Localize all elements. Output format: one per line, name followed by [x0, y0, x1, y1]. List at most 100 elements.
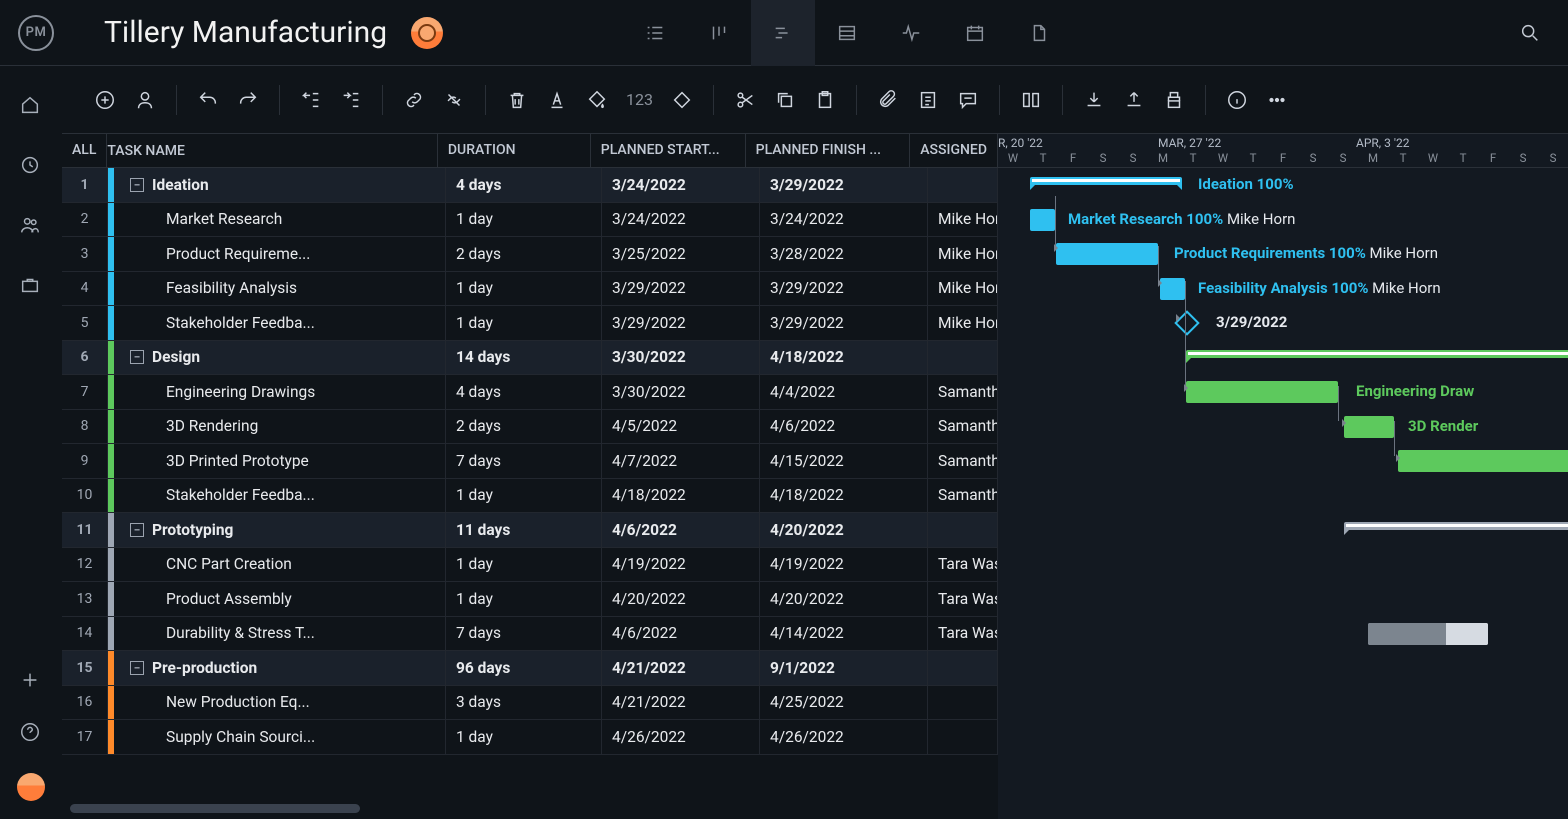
collapse-icon[interactable]: − [130, 523, 144, 537]
cell-finish[interactable]: 4/20/2022 [760, 582, 928, 616]
redo-icon[interactable] [233, 89, 263, 111]
cell-duration[interactable]: 3 days [446, 686, 602, 720]
cell-finish[interactable]: 4/18/2022 [760, 479, 928, 513]
cell-duration[interactable]: 1 day [446, 582, 602, 616]
indent-icon[interactable] [336, 89, 366, 111]
delete-icon[interactable] [502, 89, 532, 111]
cell-assigned[interactable]: Mike Horn [928, 237, 998, 271]
cell-start[interactable]: 3/30/2022 [602, 341, 760, 375]
fill-color-icon[interactable] [582, 89, 612, 111]
attachment-icon[interactable] [873, 89, 903, 111]
cell-finish[interactable]: 9/1/2022 [760, 651, 928, 685]
col-all[interactable]: ALL [62, 134, 107, 167]
view-board-icon[interactable] [687, 0, 751, 66]
cell-start[interactable]: 4/6/2022 [602, 617, 760, 651]
user-avatar[interactable] [17, 773, 45, 801]
cell-duration[interactable]: 1 day [446, 548, 602, 582]
cell-finish[interactable]: 4/26/2022 [760, 720, 928, 754]
cell-assigned[interactable]: Tara Washing [928, 617, 998, 651]
cell-task-name[interactable]: Feasibility Analysis [108, 272, 446, 306]
cell-assigned[interactable]: Samantha Cu [928, 375, 998, 409]
cell-start[interactable]: 3/30/2022 [602, 375, 760, 409]
cell-assigned[interactable]: Tara Washing [928, 582, 998, 616]
table-row[interactable]: 16 New Production Eq... 3 days 4/21/2022… [62, 686, 998, 721]
cell-duration[interactable]: 1 day [446, 203, 602, 237]
add-circle-icon[interactable] [90, 89, 120, 111]
collapse-icon[interactable]: − [130, 350, 144, 364]
cell-start[interactable]: 4/26/2022 [602, 720, 760, 754]
gantt-task-bar[interactable] [1344, 416, 1394, 438]
cell-task-name[interactable]: Stakeholder Feedba... [108, 306, 446, 340]
horizontal-scrollbar[interactable] [70, 804, 360, 813]
print-icon[interactable] [1159, 89, 1189, 111]
more-icon[interactable] [1262, 89, 1292, 111]
collapse-icon[interactable]: − [130, 661, 144, 675]
cell-finish[interactable]: 4/4/2022 [760, 375, 928, 409]
cell-duration[interactable]: 4 days [446, 375, 602, 409]
notes-icon[interactable] [913, 89, 943, 111]
table-row[interactable]: 9 3D Printed Prototype 7 days 4/7/2022 4… [62, 444, 998, 479]
cell-assigned[interactable]: Samantha Cu [928, 444, 998, 478]
undo-icon[interactable] [193, 89, 223, 111]
cell-assigned[interactable]: Mike Horn [928, 306, 998, 340]
info-icon[interactable] [1222, 89, 1252, 111]
cell-task-name[interactable]: 3D Rendering [108, 410, 446, 444]
cell-start[interactable]: 4/19/2022 [602, 548, 760, 582]
view-table-icon[interactable] [815, 0, 879, 66]
cell-start[interactable]: 4/21/2022 [602, 651, 760, 685]
cell-finish[interactable]: 4/20/2022 [760, 513, 928, 547]
cell-duration[interactable]: 1 day [446, 272, 602, 306]
plus-icon[interactable] [19, 669, 43, 693]
cell-assigned[interactable] [928, 513, 998, 547]
cell-finish[interactable]: 4/15/2022 [760, 444, 928, 478]
cell-duration[interactable]: 14 days [446, 341, 602, 375]
collapse-icon[interactable]: − [130, 178, 144, 192]
table-row[interactable]: 10 Stakeholder Feedba... 1 day 4/18/2022… [62, 479, 998, 514]
gantt-chart[interactable]: R, 20 '22MAR, 27 '22APR, 3 '22 WTFSSMTWT… [998, 134, 1568, 819]
view-activity-icon[interactable] [879, 0, 943, 66]
cell-duration[interactable]: 11 days [446, 513, 602, 547]
cell-task-name[interactable]: Supply Chain Sourci... [108, 720, 446, 754]
col-duration[interactable]: DURATION [438, 134, 591, 167]
clock-icon[interactable] [19, 154, 43, 178]
table-row[interactable]: 6 − Design 14 days 3/30/2022 4/18/2022 [62, 341, 998, 376]
gantt-task-bar[interactable] [1398, 450, 1568, 472]
assign-icon[interactable] [130, 89, 160, 111]
cell-task-name[interactable]: − Pre-production [108, 651, 446, 685]
cell-assigned[interactable]: Mike Horn [928, 272, 998, 306]
people-icon[interactable] [19, 214, 43, 238]
col-assigned[interactable]: ASSIGNED [910, 134, 998, 167]
cell-finish[interactable]: 3/29/2022 [760, 168, 928, 202]
col-planned-start[interactable]: PLANNED START... [591, 134, 746, 167]
cell-assigned[interactable] [928, 168, 998, 202]
help-icon[interactable] [19, 721, 43, 745]
cell-assigned[interactable]: Tara Washing [928, 548, 998, 582]
cell-assigned[interactable] [928, 341, 998, 375]
cell-finish[interactable]: 4/25/2022 [760, 686, 928, 720]
cell-task-name[interactable]: Durability & Stress T... [108, 617, 446, 651]
text-color-icon[interactable] [542, 89, 572, 111]
cell-duration[interactable]: 1 day [446, 479, 602, 513]
cell-task-name[interactable]: Engineering Drawings [108, 375, 446, 409]
cell-task-name[interactable]: Product Assembly [108, 582, 446, 616]
cell-finish[interactable]: 3/28/2022 [760, 237, 928, 271]
table-row[interactable]: 7 Engineering Drawings 4 days 3/30/2022 … [62, 375, 998, 410]
table-row[interactable]: 1 − Ideation 4 days 3/24/2022 3/29/2022 [62, 168, 998, 203]
cut-icon[interactable] [730, 89, 760, 111]
cell-start[interactable]: 4/21/2022 [602, 686, 760, 720]
table-row[interactable]: 3 Product Requireme... 2 days 3/25/2022 … [62, 237, 998, 272]
cell-assigned[interactable]: Samantha Cu [928, 479, 998, 513]
cell-start[interactable]: 4/18/2022 [602, 479, 760, 513]
cell-task-name[interactable]: − Prototyping [108, 513, 446, 547]
search-icon[interactable] [1510, 13, 1550, 53]
view-calendar-icon[interactable] [943, 0, 1007, 66]
view-gantt-icon[interactable] [751, 0, 815, 66]
cell-duration[interactable]: 96 days [446, 651, 602, 685]
cell-task-name[interactable]: Market Research [108, 203, 446, 237]
cell-duration[interactable]: 4 days [446, 168, 602, 202]
table-row[interactable]: 11 − Prototyping 11 days 4/6/2022 4/20/2… [62, 513, 998, 548]
gantt-task-bar[interactable] [1186, 381, 1338, 403]
gantt-task-bar[interactable] [1030, 209, 1055, 231]
comment-icon[interactable] [953, 89, 983, 111]
import-icon[interactable] [1079, 89, 1109, 111]
